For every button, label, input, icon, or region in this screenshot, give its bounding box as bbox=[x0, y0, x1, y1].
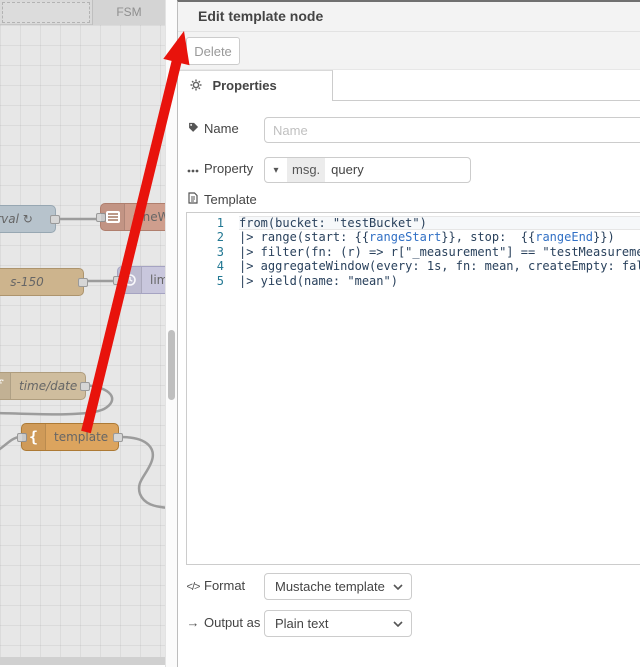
template-file-icon bbox=[186, 188, 200, 212]
property-label: Property bbox=[186, 157, 253, 181]
tag-icon bbox=[186, 117, 200, 141]
brace-icon: { bbox=[22, 424, 46, 450]
line-number: 4 bbox=[216, 259, 224, 274]
code-line-row: 1 from(bucket: "testBucket") bbox=[187, 216, 640, 231]
wire-template-out bbox=[120, 435, 165, 509]
dialog-title: Edit template node bbox=[198, 8, 324, 24]
code-line-text: |> filter(fn: (r) => r["_measurement"] =… bbox=[239, 244, 640, 259]
edit-template-dialog: Edit template node Delete Properties Nam… bbox=[177, 0, 640, 667]
node-template[interactable]: { template bbox=[17, 423, 123, 451]
output-select[interactable]: Plain text bbox=[264, 610, 412, 637]
code-line-row: 2 |> range(start: {{rangeStart}}, stop: {… bbox=[187, 230, 640, 244]
output-port[interactable] bbox=[50, 215, 60, 224]
node-label: s-150 bbox=[10, 275, 44, 289]
function-icon: f bbox=[0, 373, 11, 399]
chevron-down-icon bbox=[393, 621, 403, 627]
workspace-tab-fsm[interactable]: FSM bbox=[92, 0, 165, 25]
code-line-text: from(bucket: "testBucket") bbox=[239, 216, 640, 231]
node-label: limit 1 ms bbox=[150, 273, 165, 287]
node-label: sineWave bbox=[133, 210, 165, 224]
code-line-text: |> aggregateWindow(every: 1s, fn: mean, … bbox=[239, 259, 640, 274]
node-sinewave[interactable]: sineWave bbox=[96, 203, 165, 231]
line-number: 5 bbox=[216, 273, 224, 288]
code-line-row: 3 |> filter(fn: (r) => r["_measurement"] … bbox=[187, 245, 640, 259]
code-format-icon: </> bbox=[186, 581, 201, 593]
canvas-vertical-scrollbar[interactable] bbox=[165, 0, 177, 667]
arrow-right-icon: → bbox=[186, 615, 200, 630]
format-value: Mustache template bbox=[275, 579, 385, 594]
output-port[interactable] bbox=[80, 382, 90, 391]
tab-properties[interactable]: Properties bbox=[178, 70, 333, 101]
mustache-variable: rangeStart bbox=[369, 230, 442, 245]
typed-input-caret-icon[interactable]: ▾ bbox=[265, 158, 287, 182]
wires bbox=[0, 217, 165, 509]
code-line-text: |> range(start: {{rangeStart}}, stop: {{… bbox=[239, 230, 615, 245]
code-line-text: |> yield(name: "mean") bbox=[239, 273, 398, 288]
property-value[interactable]: query bbox=[325, 158, 364, 182]
workspace-tab-placeholder bbox=[2, 2, 90, 23]
ellipsis-icon bbox=[186, 157, 200, 181]
flow-canvas[interactable]: interval ↻ sineWave s-150 limit 1 ms bbox=[0, 25, 165, 657]
property-typed-input[interactable]: ▾ msg. query bbox=[264, 157, 471, 183]
workspace-tabbar: FSM bbox=[0, 0, 165, 25]
node-interval[interactable]: interval ↻ bbox=[0, 205, 60, 233]
node-red-editor: FSM interval ↻ sineWave s-150 bbox=[0, 0, 640, 667]
mustache-variable: rangeEnd bbox=[535, 230, 594, 245]
property-type-chip[interactable]: msg. bbox=[287, 158, 326, 182]
code-lines: 1 from(bucket: "testBucket") 2 |> range(sta… bbox=[187, 213, 640, 288]
dialog-header: Edit template node bbox=[178, 2, 640, 32]
scrollbar-thumb[interactable] bbox=[168, 330, 175, 400]
line-number: 2 bbox=[216, 230, 224, 245]
node-label: template bbox=[54, 430, 109, 444]
line-number: 1 bbox=[216, 216, 224, 230]
code-line-row: 4 |> aggregateWindow(every: 1s, fn: mean,… bbox=[187, 259, 640, 273]
node-s150[interactable]: s-150 bbox=[0, 268, 88, 296]
format-label: </> Format bbox=[186, 574, 246, 598]
delete-button[interactable]: Delete bbox=[186, 37, 240, 65]
template-label: Template bbox=[186, 188, 257, 212]
name-label: Name bbox=[186, 117, 239, 141]
node-label: interval ↻ bbox=[0, 212, 33, 226]
dialog-toolbar: Delete bbox=[178, 32, 640, 70]
output-port[interactable] bbox=[78, 278, 88, 287]
dialog-tabbar: Properties bbox=[178, 70, 640, 101]
line-number: 3 bbox=[216, 244, 224, 259]
output-port[interactable] bbox=[113, 433, 123, 442]
gear-icon bbox=[190, 79, 202, 91]
node-limit[interactable]: limit 1 ms bbox=[113, 266, 165, 294]
tab-label: Properties bbox=[212, 78, 277, 93]
format-select[interactable]: Mustache template bbox=[264, 573, 412, 600]
name-input[interactable] bbox=[264, 117, 640, 143]
clock-icon bbox=[118, 267, 142, 293]
node-timedate[interactable]: f time/date bbox=[0, 372, 90, 400]
output-value: Plain text bbox=[275, 616, 329, 631]
chevron-down-icon bbox=[393, 584, 403, 590]
canvas-horizontal-scrollbar[interactable] bbox=[0, 657, 165, 665]
output-label: → Output as bbox=[186, 611, 261, 635]
wave-icon bbox=[101, 204, 125, 230]
code-line-row: 5 |> yield(name: "mean") bbox=[187, 274, 640, 288]
template-code-editor[interactable]: 1 from(bucket: "testBucket") 2 |> range(sta… bbox=[186, 212, 640, 565]
node-label: time/date bbox=[19, 379, 78, 393]
